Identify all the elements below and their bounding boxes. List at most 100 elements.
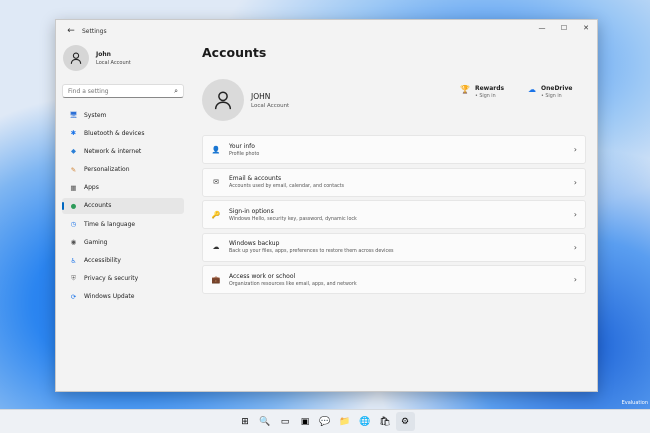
- card-your-info[interactable]: 👤 Your info Profile photo ›: [202, 135, 586, 164]
- page-title: Accounts: [202, 45, 267, 60]
- account-type: Local Account: [251, 102, 290, 109]
- main-content: Accounts JOHN Local Account 🏆 Rewards • …: [202, 42, 586, 298]
- person-icon: [70, 52, 82, 64]
- sidebar-item-privacy-security[interactable]: ⛨ Privacy & security: [62, 271, 184, 287]
- card-title: Sign-in options: [229, 207, 274, 215]
- sidebar-item-label: Apps: [84, 184, 99, 192]
- settings-window: ← Settings — ☐ ✕ John Local Account ⌕ 🖥 S…: [55, 19, 598, 392]
- sidebar-item-gaming[interactable]: ◉ Gaming: [62, 234, 184, 250]
- sidebar-item-label: Personalization: [84, 166, 130, 174]
- card-icon: 👤: [211, 145, 221, 154]
- card-title: Your info: [229, 142, 255, 150]
- chevron-right-icon: ›: [573, 242, 577, 252]
- maximize-button[interactable]: ☐: [553, 20, 575, 36]
- card-icon: 🔑: [211, 210, 221, 219]
- sidebar-item-personalization[interactable]: ✎ Personalization: [62, 162, 184, 178]
- card-subtitle: Accounts used by email, calendar, and co…: [229, 184, 345, 189]
- sidebar-item-time-language[interactable]: ◷ Time & language: [62, 216, 184, 232]
- account-hero: JOHN Local Account 🏆 Rewards • Sign in ☁…: [202, 75, 586, 125]
- title-bar: ← Settings — ☐ ✕: [56, 20, 597, 42]
- onedrive-icon: ☁: [528, 85, 536, 94]
- sidebar-item-label: Time & language: [84, 220, 136, 228]
- chat-icon[interactable]: 💬: [316, 412, 335, 431]
- sidebar-item-label: Privacy & security: [84, 275, 139, 283]
- nav-icon: ◆: [71, 147, 76, 156]
- sidebar-item-label: Windows Update: [84, 293, 135, 301]
- sidebar-user-type: Local Account: [96, 59, 131, 66]
- chevron-right-icon: ›: [573, 210, 577, 219]
- chevron-right-icon: ›: [573, 177, 577, 187]
- onedrive-label: OneDrive: [541, 85, 573, 92]
- card-subtitle: Back up your files, apps, preferences to…: [229, 249, 394, 254]
- sidebar-item-label: Accounts: [84, 202, 112, 210]
- sidebar-item-bluetooth-devices[interactable]: ✱ Bluetooth & devices: [62, 125, 184, 141]
- sidebar-item-accessibility[interactable]: ♿ Accessibility: [62, 253, 184, 269]
- card-subtitle: Windows Hello, security key, password, d…: [229, 216, 357, 222]
- nav-icon: ▦: [70, 183, 77, 192]
- sidebar-item-label: Bluetooth & devices: [84, 129, 145, 137]
- card-title: Windows backup: [229, 240, 280, 247]
- nav-icon: ✎: [70, 165, 77, 174]
- close-button[interactable]: ✕: [575, 20, 597, 36]
- sidebar-user-name: John: [96, 50, 111, 58]
- chevron-right-icon: ›: [573, 275, 577, 284]
- sidebar-user[interactable]: John Local Account: [56, 42, 190, 74]
- settings-icon[interactable]: ⚙: [395, 412, 415, 431]
- rewards-label: Rewards: [474, 85, 505, 92]
- person-icon: [214, 91, 232, 110]
- nav-icon: ●: [70, 201, 77, 210]
- card-title: Email & accounts: [229, 175, 282, 182]
- start-icon[interactable]: ⊞: [236, 412, 255, 431]
- rewards-icon: 🏆: [460, 85, 470, 94]
- nav-icon: ⛨: [71, 274, 76, 283]
- card-icon: ☁: [212, 243, 220, 251]
- back-arrow-icon[interactable]: ←: [62, 26, 80, 36]
- sidebar-item-system[interactable]: 🖥 System: [62, 107, 184, 123]
- card-access-work-or-school[interactable]: 💼 Access work or school Organization resou…: [202, 265, 586, 294]
- minimize-button[interactable]: —: [531, 20, 553, 36]
- evaluation-watermark: Evaluation: [621, 400, 648, 406]
- onedrive-service[interactable]: ☁ OneDrive • Sign in: [528, 85, 572, 99]
- card-title: Access work or school: [229, 272, 296, 280]
- search-input[interactable]: [68, 87, 168, 95]
- nav-list: 🖥 System ✱ Bluetooth & devices ◆ Network & in…: [56, 107, 190, 305]
- avatar[interactable]: [202, 79, 244, 121]
- sidebar-item-apps[interactable]: ▦ Apps: [62, 180, 184, 196]
- card-icon: 💼: [211, 275, 221, 284]
- sidebar-item-label: System: [84, 111, 107, 119]
- store-icon[interactable]: 🛍: [376, 412, 395, 431]
- rewards-status[interactable]: • Sign in: [475, 94, 504, 99]
- avatar: [63, 45, 89, 71]
- search-icon[interactable]: 🔍: [256, 412, 275, 431]
- task-view-icon[interactable]: ▭: [276, 412, 295, 431]
- card-windows-backup[interactable]: ☁ Windows backup Back up your files, apps,…: [202, 232, 586, 262]
- search-box[interactable]: ⌕: [62, 84, 184, 98]
- nav-icon: ⟳: [70, 292, 77, 301]
- card-sign-in-options[interactable]: 🔑 Sign-in options Windows Hello, security …: [202, 200, 586, 229]
- sidebar-item-accounts[interactable]: ● Accounts: [62, 197, 184, 214]
- account-name: JOHN: [251, 91, 271, 101]
- sidebar-item-label: Network & internet: [84, 147, 142, 155]
- nav-icon: ◉: [70, 238, 77, 247]
- sidebar-item-windows-update[interactable]: ⟳ Windows Update: [62, 289, 184, 305]
- nav-icon: ✱: [70, 129, 77, 138]
- edge-icon[interactable]: 🌐: [356, 412, 375, 431]
- card-email-accounts[interactable]: ✉ Email & accounts Accounts used by email,…: [202, 167, 586, 197]
- search-icon[interactable]: ⌕: [174, 87, 178, 96]
- card-subtitle: Profile photo: [229, 151, 260, 157]
- sidebar-item-label: Gaming: [84, 238, 108, 246]
- nav-icon: ◷: [70, 220, 77, 229]
- taskbar: ⊞ 🔍 ▭ ▣ 💬 📁 🌐 🛍 ⚙: [0, 409, 650, 433]
- card-icon: ✉: [213, 178, 219, 186]
- sidebar: John Local Account ⌕ 🖥 System ✱ Bluetooth &…: [56, 42, 190, 391]
- rewards-service[interactable]: 🏆 Rewards • Sign in: [460, 85, 504, 99]
- nav-icon: 🖥: [69, 111, 78, 119]
- widgets-icon[interactable]: ▣: [296, 412, 315, 431]
- nav-icon: ♿: [70, 256, 77, 265]
- sidebar-item-network-internet[interactable]: ◆ Network & internet: [62, 143, 184, 159]
- file-explorer-icon[interactable]: 📁: [336, 412, 355, 431]
- window-title: Settings: [82, 27, 107, 35]
- settings-cards: 👤 Your info Profile photo › ✉ Email & account…: [202, 135, 586, 294]
- card-subtitle: Organization resources like email, apps,…: [229, 281, 357, 287]
- onedrive-status[interactable]: • Sign in: [541, 94, 572, 99]
